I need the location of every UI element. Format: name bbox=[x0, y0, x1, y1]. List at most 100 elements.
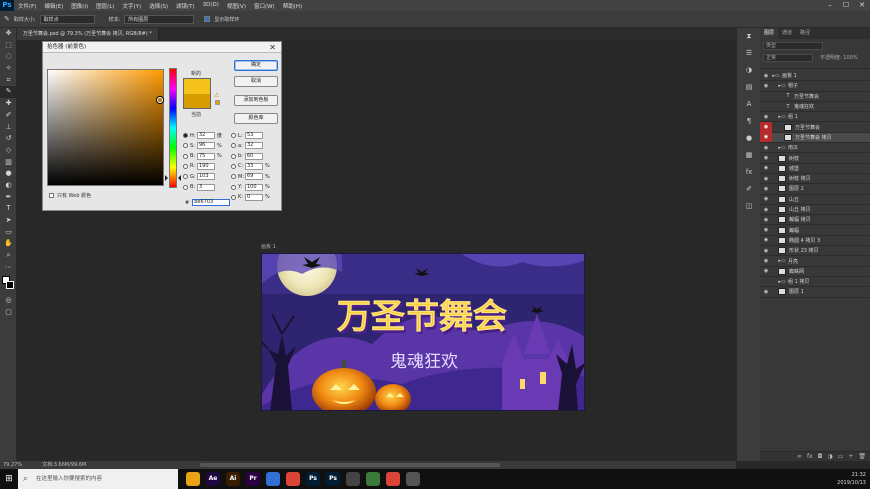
visibility-eye-icon[interactable]: ◉ bbox=[760, 145, 772, 151]
hand-tool-icon[interactable]: ✋ bbox=[0, 238, 17, 250]
close-icon[interactable]: ✕ bbox=[269, 43, 276, 52]
document-tab[interactable]: 万圣节舞会.psd @ 79.3% (万圣节舞会 拷贝, RGB/8#) * bbox=[17, 28, 159, 40]
folder-icon[interactable]: ▸▭ bbox=[778, 279, 786, 285]
quick-select-tool-icon[interactable]: ✧ bbox=[0, 63, 17, 75]
menu-item[interactable]: 滤镜(T) bbox=[172, 2, 199, 10]
gamut-warning-icon[interactable]: ⚠ bbox=[214, 92, 219, 99]
taskbar-app-icon[interactable] bbox=[366, 472, 380, 486]
screen-mode-icon[interactable]: ▢ bbox=[0, 307, 17, 319]
lasso-tool-icon[interactable]: ◌ bbox=[0, 51, 17, 63]
visibility-eye-icon[interactable]: ◉ bbox=[760, 248, 772, 254]
add-to-swatches-button[interactable]: 添加到色板 bbox=[234, 95, 278, 106]
eyedropper-icon[interactable]: ✎ bbox=[0, 86, 17, 99]
visibility-eye-icon[interactable]: ◉ bbox=[760, 289, 772, 295]
layer-row[interactable]: ◉ ▸▭ 画板 1 bbox=[760, 71, 870, 82]
folder-icon[interactable]: ▸▭ bbox=[778, 83, 786, 89]
taskbar-app-icon[interactable] bbox=[346, 472, 360, 486]
cancel-button[interactable]: 取消 bbox=[234, 76, 278, 87]
folder-icon[interactable]: ▸▭ bbox=[778, 114, 786, 120]
clock-date[interactable]: 2019/10/13 bbox=[837, 479, 866, 487]
pen-tool-icon[interactable]: ✒ bbox=[0, 192, 17, 204]
web-only-option[interactable]: 只有 Web 颜色 bbox=[49, 192, 91, 199]
libraries-panel-icon[interactable]: ▤ bbox=[737, 79, 761, 96]
layer-row[interactable]: ◉ 万圣节舞会 bbox=[760, 122, 870, 133]
horizontal-scrollbar[interactable] bbox=[200, 463, 500, 467]
show-ring-checkbox[interactable] bbox=[204, 16, 211, 22]
layer-row[interactable]: ◉ 山丘 拷贝 bbox=[760, 205, 870, 216]
layers-panel-icon[interactable]: ◫ bbox=[737, 198, 761, 215]
layer-filter-input[interactable]: 类型 bbox=[763, 42, 823, 50]
properties-panel-icon[interactable]: ☰ bbox=[737, 45, 761, 62]
menu-item[interactable]: 图层(L) bbox=[92, 2, 118, 10]
color-panel-icon[interactable]: ● bbox=[737, 130, 761, 147]
new-group-icon[interactable]: ▭ bbox=[838, 452, 844, 461]
move-tool-icon[interactable]: ✥ bbox=[0, 28, 17, 40]
taskbar-app-icon[interactable] bbox=[406, 472, 420, 486]
visibility-eye-icon[interactable]: ◉ bbox=[760, 165, 772, 171]
color-field-input[interactable]: 33 bbox=[245, 162, 263, 170]
visibility-eye-icon[interactable]: ◉ bbox=[760, 155, 772, 161]
color-mode-radio[interactable] bbox=[183, 184, 188, 190]
color-field-input[interactable]: 103 bbox=[197, 173, 215, 181]
color-libraries-button[interactable]: 颜色库 bbox=[234, 113, 278, 124]
layer-row[interactable]: ◉ ▸▭ 月亮 bbox=[760, 256, 870, 267]
eraser-tool-icon[interactable]: ◇ bbox=[0, 145, 17, 157]
history-panel-icon[interactable]: ⧗ bbox=[737, 28, 761, 45]
adjustments-panel-icon[interactable]: ◑ bbox=[737, 62, 761, 79]
color-mode-radio[interactable] bbox=[231, 163, 236, 169]
layer-row[interactable]: ◉ 树枝 拷贝 bbox=[760, 174, 870, 185]
layer-row[interactable]: ◉ 蜘蛛网 bbox=[760, 267, 870, 277]
quick-mask-icon[interactable]: ◎ bbox=[0, 295, 17, 307]
taskbar-app-icon[interactable] bbox=[286, 472, 300, 486]
color-field-input[interactable]: 0 bbox=[245, 193, 263, 201]
path-select-icon[interactable]: ➤ bbox=[0, 215, 17, 227]
layer-row[interactable]: ◉ 树枝 bbox=[760, 153, 870, 164]
color-mode-radio[interactable] bbox=[183, 174, 188, 180]
layers-tab[interactable]: 路径 bbox=[796, 28, 814, 39]
visibility-eye-icon[interactable]: ◉ bbox=[760, 132, 772, 143]
web-safe-cube-icon[interactable] bbox=[215, 100, 220, 105]
color-field-marker[interactable] bbox=[157, 97, 163, 103]
layer-row[interactable]: ◉ 形状 23 拷贝 bbox=[760, 246, 870, 257]
visibility-eye-icon[interactable]: ◉ bbox=[760, 207, 772, 213]
layer-row[interactable]: ◉ 山丘 bbox=[760, 195, 870, 205]
visibility-eye-icon[interactable]: ◉ bbox=[760, 83, 772, 89]
close-icon[interactable]: ✕ bbox=[854, 0, 870, 11]
color-mode-radio[interactable] bbox=[183, 153, 188, 159]
taskbar-app-icon[interactable] bbox=[386, 472, 400, 486]
menu-item[interactable]: 文件(F) bbox=[14, 2, 40, 10]
visibility-eye-icon[interactable]: ◉ bbox=[760, 268, 772, 274]
visibility-eye-icon[interactable]: ◉ bbox=[760, 176, 772, 182]
layer-row[interactable]: ◉ 图层 2 bbox=[760, 184, 870, 195]
layer-row[interactable]: ◉ 图层 1 bbox=[760, 287, 870, 298]
menu-item[interactable]: 编辑(E) bbox=[40, 2, 67, 10]
ok-button[interactable]: 确定 bbox=[234, 60, 278, 71]
menu-item[interactable]: 3D(D) bbox=[199, 2, 223, 10]
marquee-tool-icon[interactable]: ⬚ bbox=[0, 40, 17, 52]
color-mode-radio[interactable] bbox=[231, 153, 236, 159]
minimize-icon[interactable]: – bbox=[822, 0, 838, 11]
menu-item[interactable]: 帮助(H) bbox=[279, 2, 306, 10]
clone-stamp-icon[interactable]: ⊥ bbox=[0, 122, 17, 134]
styles-panel-icon[interactable]: fx bbox=[737, 164, 761, 181]
artboard[interactable]: 万圣节舞会 万圣节舞会 鬼魂狂欢 bbox=[261, 253, 585, 411]
hue-slider-handle-left[interactable] bbox=[165, 175, 168, 181]
layer-row[interactable]: ◉ 城堡 bbox=[760, 164, 870, 174]
blend-mode-dropdown[interactable]: 正常 bbox=[763, 54, 813, 62]
gradient-tool-icon[interactable]: ▥ bbox=[0, 157, 17, 169]
color-swatches-icon[interactable] bbox=[0, 273, 17, 295]
sample-dropdown[interactable]: 所有图层 bbox=[124, 14, 195, 24]
taskbar-app-icon[interactable] bbox=[266, 472, 280, 486]
color-mode-radio[interactable] bbox=[231, 174, 236, 180]
menu-item[interactable]: 文字(Y) bbox=[119, 2, 146, 10]
visibility-eye-icon[interactable]: ◉ bbox=[760, 196, 772, 202]
shape-tool-icon[interactable]: ▭ bbox=[0, 227, 17, 239]
color-mode-radio[interactable] bbox=[231, 184, 236, 190]
folder-icon[interactable]: ▸▭ bbox=[778, 145, 786, 151]
color-field-input[interactable]: 96 bbox=[197, 142, 215, 150]
menu-item[interactable]: 视图(V) bbox=[223, 2, 250, 10]
taskbar-search[interactable]: ⌕ 在这里输入你要搜索的内容 bbox=[18, 469, 178, 489]
color-field-input[interactable]: 53 bbox=[245, 132, 263, 139]
layer-row[interactable]: T 鬼魂狂欢 bbox=[760, 102, 870, 113]
color-field-input[interactable]: 100 bbox=[245, 183, 263, 191]
